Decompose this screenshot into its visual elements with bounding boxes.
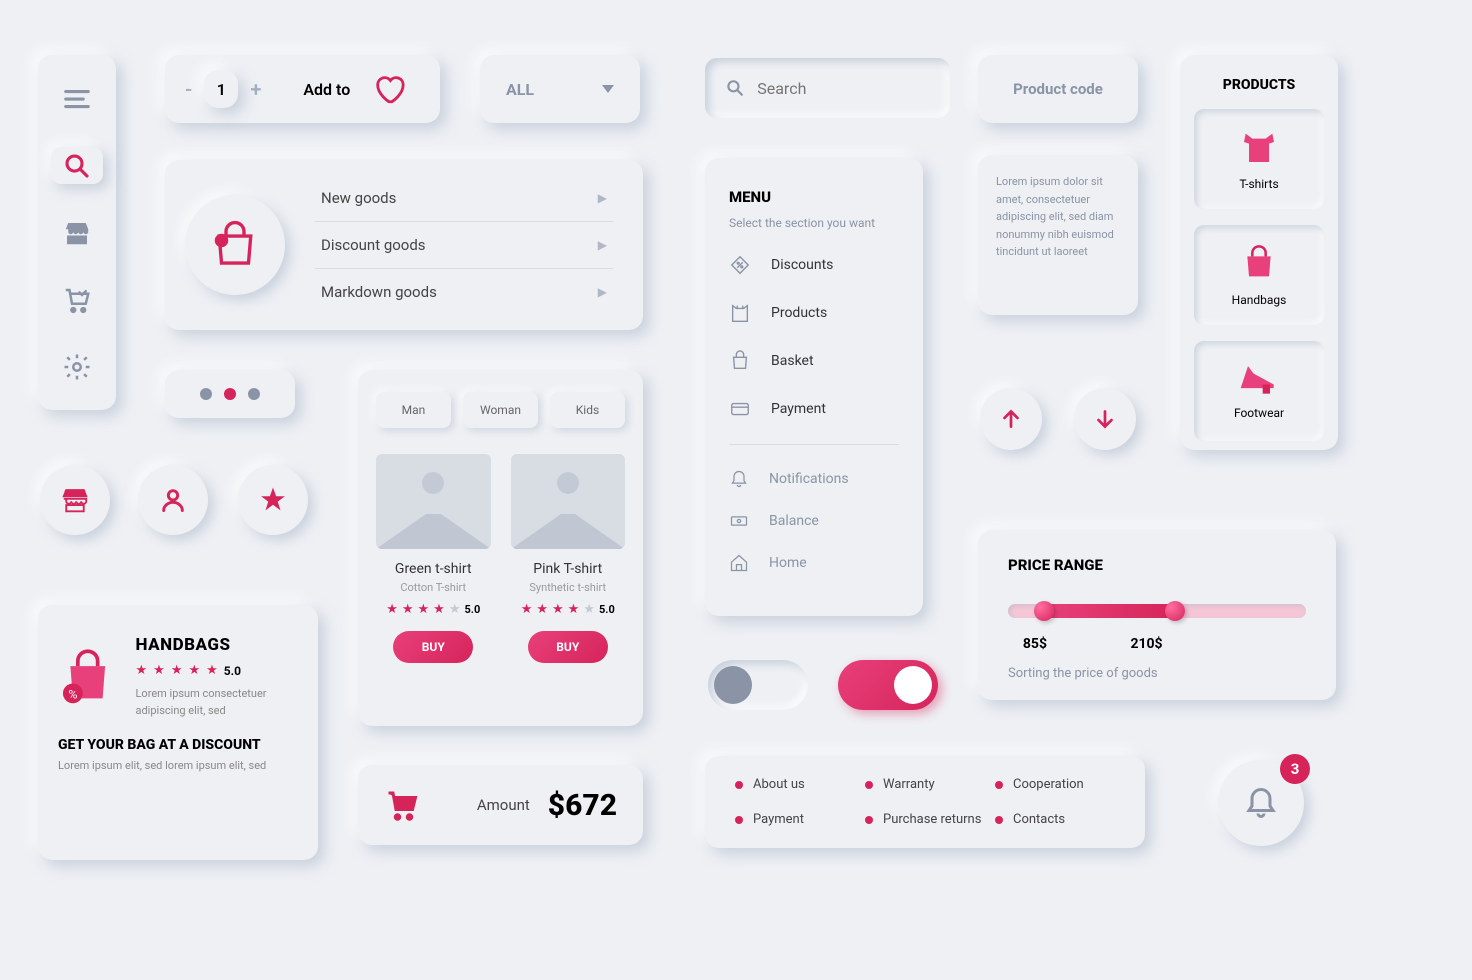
menu-home[interactable]: Home xyxy=(729,553,899,573)
pagination-dots[interactable] xyxy=(165,370,295,418)
buy-button[interactable]: BUY xyxy=(528,631,608,663)
category-handbags[interactable]: Handbags xyxy=(1194,225,1324,325)
handbag-rating: ★★★★★ 5.0 xyxy=(136,663,299,678)
link-returns[interactable]: Purchase returns xyxy=(865,809,985,830)
dot[interactable] xyxy=(200,388,212,400)
product-card: Pink T-shirt Synthetic t-shirt ★★★★★5.0 … xyxy=(511,454,626,663)
toggle-off[interactable] xyxy=(708,660,808,710)
product-rating: ★★★★★5.0 xyxy=(511,602,626,617)
product-image-placeholder xyxy=(511,454,626,549)
sidebar xyxy=(38,55,116,410)
toggle-on[interactable] xyxy=(838,660,938,710)
menu-icon[interactable] xyxy=(51,80,103,117)
search-icon xyxy=(725,76,745,100)
price-slider[interactable] xyxy=(1008,604,1306,618)
category-dropdown[interactable]: ALL xyxy=(480,55,640,123)
menu-card: MENU Select the section you want Discoun… xyxy=(705,158,923,616)
cart-nav-icon[interactable] xyxy=(51,281,103,318)
search-nav-icon[interactable] xyxy=(51,147,103,184)
category-tshirts[interactable]: T-shirts xyxy=(1194,109,1324,209)
qty-plus[interactable]: + xyxy=(250,77,261,101)
goods-row-new[interactable]: New goods▶ xyxy=(315,175,613,222)
user-button[interactable] xyxy=(138,465,208,535)
footer-links: About us Warranty Cooperation Payment Pu… xyxy=(705,756,1145,848)
search-input[interactable] xyxy=(757,79,930,98)
goods-icon: % xyxy=(185,195,285,295)
dropdown-value: ALL xyxy=(506,80,534,99)
svg-text:%: % xyxy=(218,238,225,248)
menu-balance[interactable]: Balance xyxy=(729,511,899,531)
tab-kids[interactable]: Kids xyxy=(550,392,625,428)
product-rating: ★★★★★5.0 xyxy=(376,602,491,617)
search-box xyxy=(705,58,950,118)
amount-card: Amount $672 xyxy=(358,765,643,845)
scroll-up-button[interactable] xyxy=(980,388,1042,450)
menu-basket[interactable]: Basket xyxy=(729,350,899,372)
chevron-right-icon: ▶ xyxy=(598,285,607,299)
link-cooperation[interactable]: Cooperation xyxy=(995,774,1115,795)
store-nav-icon[interactable] xyxy=(51,214,103,251)
goods-row-markdown[interactable]: Markdown goods▶ xyxy=(315,269,613,315)
handbag-icon: % xyxy=(58,635,118,717)
notification-bell[interactable]: 3 xyxy=(1218,760,1304,846)
slider-knob-high[interactable] xyxy=(1165,601,1185,621)
qty-value: 1 xyxy=(204,70,238,108)
add-to-label: Add to xyxy=(303,80,350,99)
notification-badge: 3 xyxy=(1280,754,1310,784)
info-card: Lorem ipsum dolor sit amet, consectetuer… xyxy=(978,155,1138,315)
tab-man[interactable]: Man xyxy=(376,392,451,428)
dot-active[interactable] xyxy=(224,388,236,400)
category-footwear[interactable]: Footwear xyxy=(1194,341,1324,441)
handbag-card: % HANDBAGS ★★★★★ 5.0 Lorem ipsum consect… xyxy=(38,605,318,860)
tab-woman[interactable]: Woman xyxy=(463,392,538,428)
chevron-right-icon: ▶ xyxy=(598,238,607,252)
buy-button[interactable]: BUY xyxy=(393,631,473,663)
link-warranty[interactable]: Warranty xyxy=(865,774,985,795)
scroll-down-button[interactable] xyxy=(1074,388,1136,450)
product-card: Green t-shirt Cotton T-shirt ★★★★★5.0 BU… xyxy=(376,454,491,663)
qty-minus[interactable]: - xyxy=(185,77,192,101)
link-contacts[interactable]: Contacts xyxy=(995,809,1115,830)
star-button[interactable] xyxy=(238,465,308,535)
menu-payment[interactable]: Payment xyxy=(729,398,899,420)
chevron-right-icon: ▶ xyxy=(598,191,607,205)
cart-icon xyxy=(384,787,420,823)
store-button[interactable] xyxy=(40,465,110,535)
goods-panel: % New goods▶ Discount goods▶ Markdown go… xyxy=(165,160,643,330)
quantity-bar: - 1 + Add to xyxy=(165,55,440,123)
menu-discounts[interactable]: Discounts xyxy=(729,254,899,276)
dot[interactable] xyxy=(248,388,260,400)
link-payment[interactable]: Payment xyxy=(735,809,855,830)
product-image-placeholder xyxy=(376,454,491,549)
price-range-card: PRICE RANGE 85$ 210$ Sorting the price o… xyxy=(978,530,1336,700)
handbag-title: HANDBAGS xyxy=(136,635,299,655)
handbag-cta: GET YOUR BAG AT A DISCOUNT xyxy=(58,737,298,753)
product-code-button[interactable]: Product code xyxy=(978,55,1138,123)
settings-nav-icon[interactable] xyxy=(51,348,103,385)
slider-knob-low[interactable] xyxy=(1034,601,1054,621)
menu-products[interactable]: Products xyxy=(729,302,899,324)
goods-row-discount[interactable]: Discount goods▶ xyxy=(315,222,613,269)
chevron-down-icon xyxy=(602,85,614,93)
product-grid: Man Woman Kids Green t-shirt Cotton T-sh… xyxy=(358,370,643,726)
menu-notifications[interactable]: Notifications xyxy=(729,469,899,489)
products-column: PRODUCTS T-shirts Handbags Footwear xyxy=(1180,55,1338,450)
heart-icon[interactable] xyxy=(372,72,406,106)
svg-text:%: % xyxy=(68,688,77,702)
link-about[interactable]: About us xyxy=(735,774,855,795)
